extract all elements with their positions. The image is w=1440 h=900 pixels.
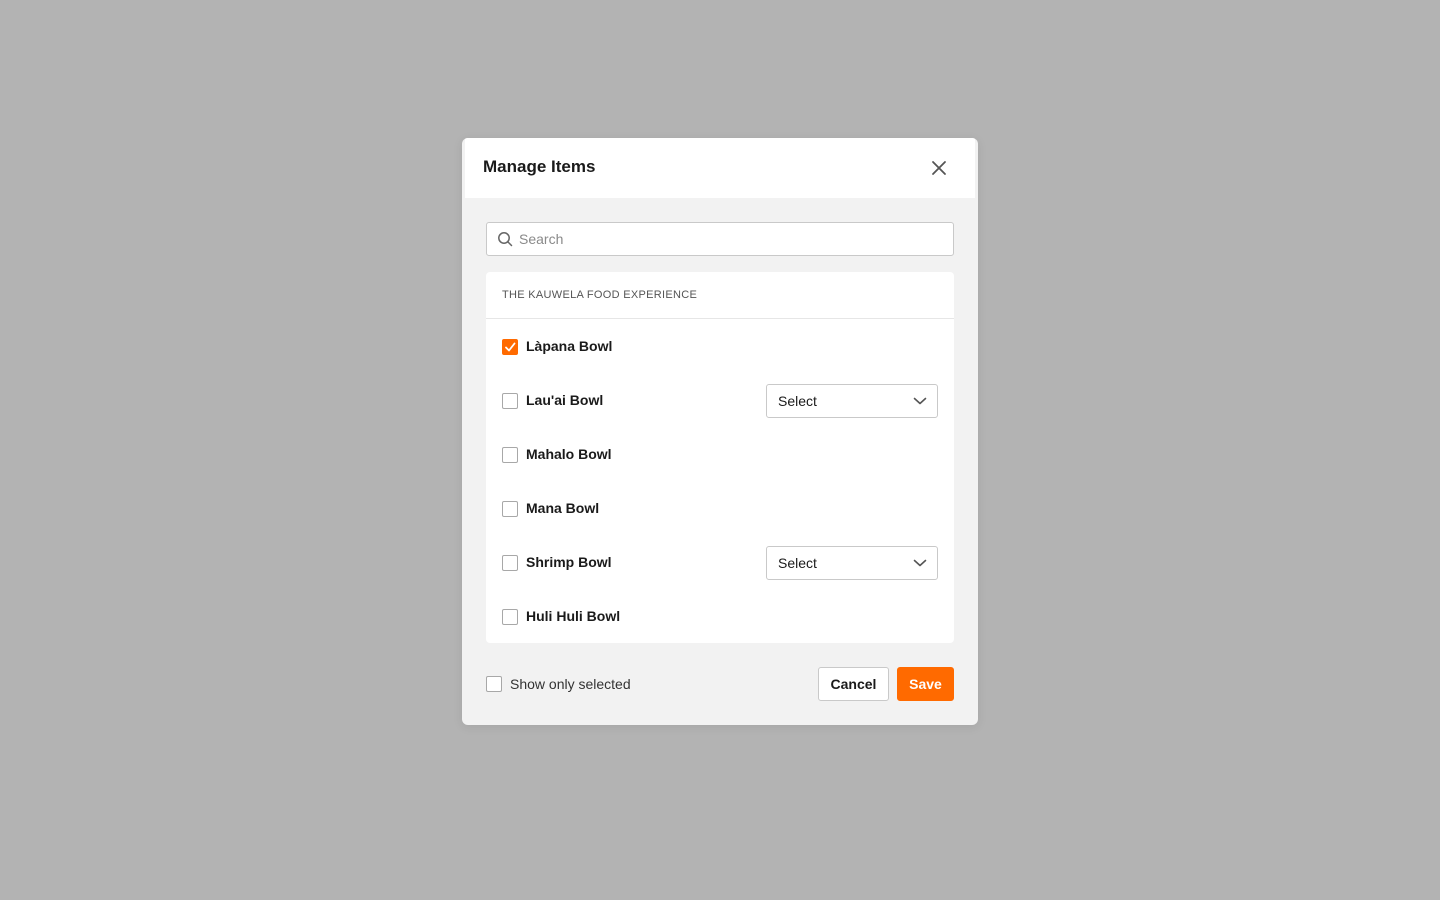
list-item[interactable]: Mana Bowl [502,492,938,526]
item-checkbox[interactable] [502,447,518,463]
search-field[interactable] [486,222,954,256]
item-checkbox[interactable] [502,555,518,571]
item-option-select[interactable]: Select [766,384,938,418]
dialog-header: Manage Items [465,138,975,198]
checkmark-icon [505,342,516,352]
item-label: Huli Huli Bowl [526,608,621,624]
dialog-title: Manage Items [483,157,596,176]
show-only-selected-label: Show only selected [510,676,631,692]
item-label: Làpana Bowl [526,338,613,354]
item-label: Mana Bowl [526,500,600,516]
select-value: Select [778,555,817,571]
cancel-button[interactable]: Cancel [818,667,889,701]
item-option-select[interactable]: Select [766,546,938,580]
item-label: Lau'ai Bowl [526,392,604,408]
save-button[interactable]: Save [897,667,954,701]
items-list-card: THE KAUWELA FOOD EXPERIENCE Làpana Bowl L… [486,272,954,643]
section-divider [486,318,954,319]
chevron-down-icon [913,397,927,405]
chevron-down-icon [913,559,927,567]
item-checkbox[interactable] [502,609,518,625]
item-label: Shrimp Bowl [526,554,612,570]
manage-items-dialog: Manage Items THE KAUWELA FOOD EXPERIENCE… [462,138,978,725]
list-item[interactable]: Shrimp Bowl Select [502,546,938,580]
item-checkbox[interactable] [502,501,518,517]
section-title: THE KAUWELA FOOD EXPERIENCE [502,289,698,301]
close-button[interactable] [927,156,951,180]
list-item[interactable]: Mahalo Bowl [502,438,938,472]
item-checkbox[interactable] [502,339,518,355]
list-item[interactable]: Huli Huli Bowl [502,600,938,634]
item-checkbox[interactable] [502,393,518,409]
show-only-selected-checkbox[interactable] [486,676,502,692]
close-icon [932,161,946,175]
search-icon [498,232,513,247]
list-item[interactable]: Lau'ai Bowl Select [502,384,938,418]
search-input[interactable] [519,223,939,255]
item-label: Mahalo Bowl [526,446,612,462]
select-value: Select [778,393,817,409]
list-item[interactable]: Làpana Bowl [502,330,938,364]
